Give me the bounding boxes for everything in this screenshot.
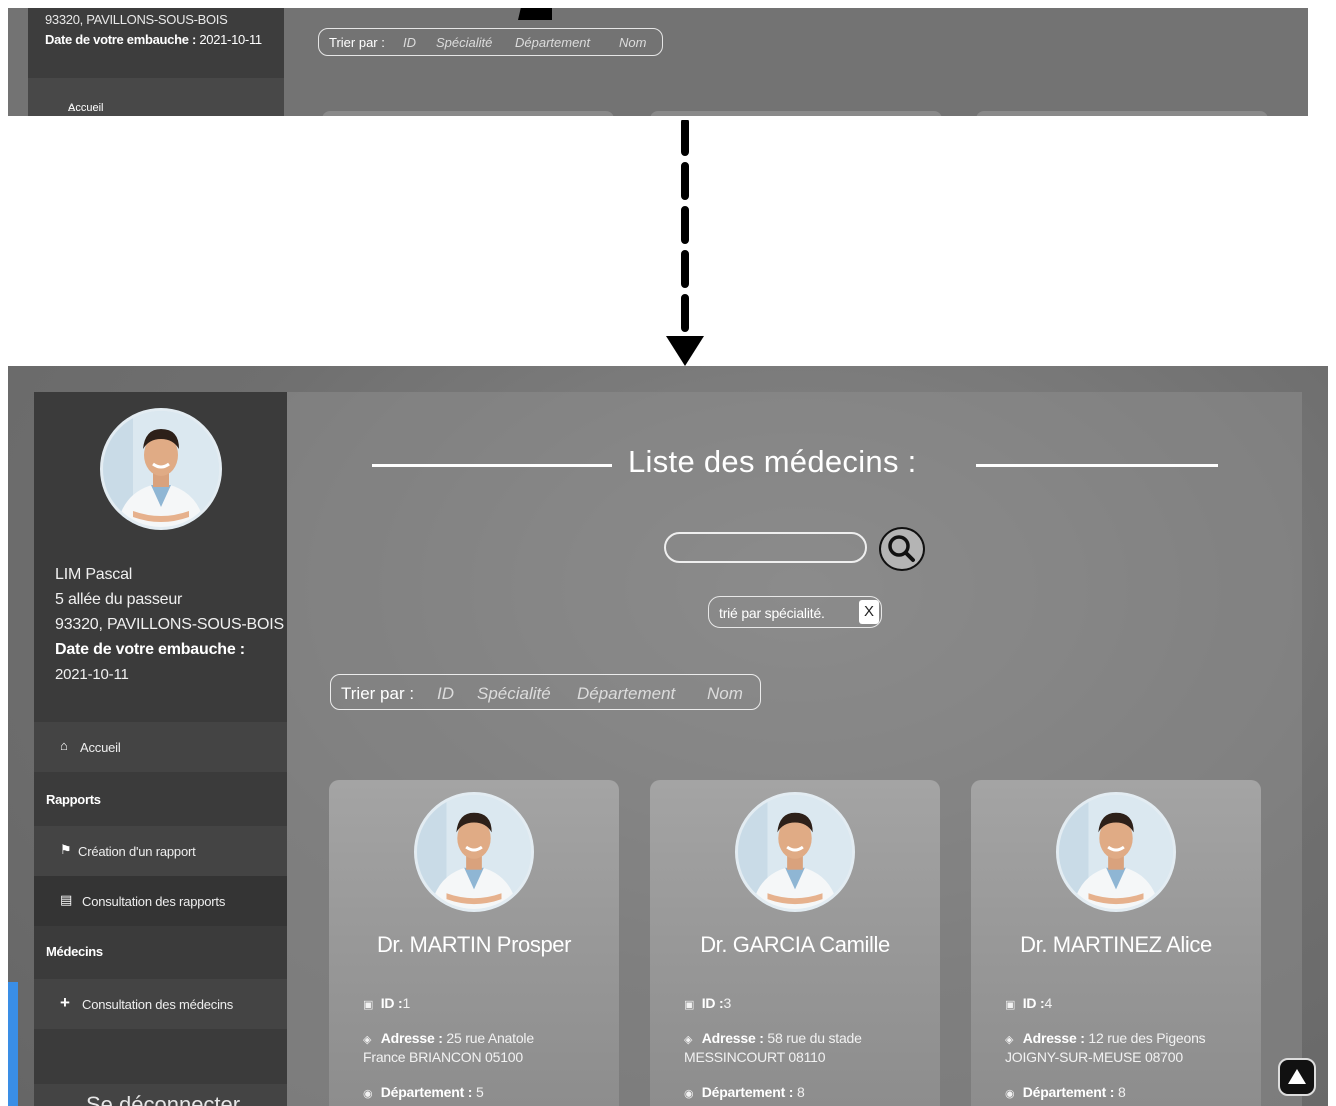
doctor-photo-icon bbox=[1059, 795, 1173, 909]
doctor-department: ◉ Département : 8 bbox=[1005, 1083, 1126, 1104]
id-card-icon: ▣ bbox=[363, 999, 374, 1011]
sort-bar: Trier par : ID Spécialité Département No… bbox=[318, 28, 663, 56]
sidebar-item-home[interactable]: ⌂ Accueil bbox=[28, 78, 284, 116]
doctor-address: ◈ Adresse : 58 rue du stade bbox=[684, 1029, 862, 1050]
doctor-avatar bbox=[735, 792, 855, 912]
title-divider-left bbox=[372, 464, 612, 467]
sort-option-id[interactable]: ID bbox=[403, 35, 416, 50]
doctor-card[interactable]: Dr. MARTINEZ Alice ▣ ID :4 ◈ Adresse : 1… bbox=[971, 780, 1261, 1106]
profile-city: 93320, PAVILLONS-SOUS-BOIS bbox=[55, 616, 284, 633]
search-input[interactable] bbox=[664, 532, 867, 563]
doctor-card[interactable]: Dr. MARTIN Prosper ▣ ID :1 ◈ Adresse : 2… bbox=[329, 780, 619, 1106]
doctor-address: ◈ Adresse : 25 rue Anatole bbox=[363, 1029, 534, 1050]
sort-option-name[interactable]: Nom bbox=[707, 684, 743, 704]
map-pin-icon: ◉ bbox=[684, 1088, 694, 1100]
card-edge bbox=[650, 111, 942, 116]
sort-option-specialty[interactable]: Spécialité bbox=[477, 684, 551, 704]
logout-button[interactable]: Se déconnecter bbox=[34, 1084, 287, 1106]
report-icon: ⚑ bbox=[60, 842, 72, 857]
sidebar-item-home[interactable]: ⌂ Accueil bbox=[34, 722, 287, 772]
doctor-address-line2: MESSINCOURT 08110 bbox=[684, 1049, 826, 1065]
doctor-id: ▣ ID :1 bbox=[363, 994, 410, 1015]
doctor-photo-icon bbox=[417, 795, 531, 909]
doctor-card[interactable]: Dr. GARCIA Camille ▣ ID :3 ◈ Adresse : 5… bbox=[650, 780, 940, 1106]
sidebar-item-label: Création d'un rapport bbox=[78, 844, 196, 859]
scroll-to-top-button[interactable] bbox=[1278, 1058, 1316, 1096]
sort-option-name[interactable]: Nom bbox=[619, 35, 646, 50]
book-icon: ▤ bbox=[60, 892, 73, 907]
doctor-department: ◉ Département : 8 bbox=[684, 1083, 805, 1104]
sidebar-item-create-report[interactable]: ⚑ Création d'un rapport bbox=[34, 826, 287, 876]
sort-option-id[interactable]: ID bbox=[437, 684, 454, 704]
doctor-id: ▣ ID :3 bbox=[684, 994, 731, 1015]
doctor-photo-icon bbox=[738, 795, 852, 909]
hire-date-line: Date de votre embauche : 2021-10-11 bbox=[45, 32, 262, 47]
hire-date-value: 2021-10-11 bbox=[199, 32, 262, 47]
sidebar-item-view-doctors[interactable]: + Consultation des médecins bbox=[34, 979, 287, 1029]
card-edge bbox=[976, 111, 1268, 116]
id-card-icon: ▣ bbox=[684, 999, 695, 1011]
map-pin-icon: ◉ bbox=[363, 1088, 373, 1100]
profile-name: LIM Pascal bbox=[55, 566, 133, 583]
remove-sort-button[interactable]: X bbox=[859, 600, 879, 624]
search-icon bbox=[888, 535, 915, 562]
profile-city: 93320, PAVILLONS-SOUS-BOIS bbox=[45, 12, 228, 27]
doctor-photo-icon bbox=[103, 411, 219, 527]
sort-bar: Trier par : ID Spécialité Département No… bbox=[330, 674, 761, 710]
map-pin-icon: ◉ bbox=[1005, 1088, 1015, 1100]
logout-label: Se déconnecter bbox=[86, 1092, 241, 1106]
hire-date-label: Date de votre embauche : bbox=[55, 641, 245, 658]
sort-option-department[interactable]: Département bbox=[577, 684, 675, 704]
doctor-address-line2: France BRIANCON 05100 bbox=[363, 1049, 523, 1065]
doctor-name: Dr. MARTIN Prosper bbox=[376, 932, 572, 957]
sidebar-item-view-reports[interactable]: ▤ Consultation des rapports bbox=[34, 876, 287, 926]
search-button[interactable] bbox=[879, 527, 925, 571]
sidebar-section-doctors: Médecins bbox=[34, 926, 287, 976]
doctor-department: ◉ Département : 5 bbox=[363, 1083, 484, 1104]
sidebar-item-label: Consultation des médecins bbox=[82, 997, 234, 1012]
profile-street: 5 allée du passeur bbox=[55, 591, 183, 608]
sort-option-department[interactable]: Département bbox=[515, 35, 590, 50]
sort-option-specialty[interactable]: Spécialité bbox=[436, 35, 492, 50]
doctor-avatar bbox=[414, 792, 534, 912]
sort-label: Trier par : bbox=[341, 684, 415, 703]
active-sort-chip: trié par spécialité. X bbox=[708, 596, 882, 628]
section-title: Médecins bbox=[46, 944, 103, 959]
doctor-address: ◈ Adresse : 12 rue des Pigeons bbox=[1005, 1029, 1206, 1050]
sidebar-item-label: Accueil bbox=[68, 102, 104, 114]
hire-date-label: Date de votre embauche : bbox=[45, 32, 197, 47]
page-title: Liste des médecins : bbox=[628, 444, 917, 479]
arrow-up-icon bbox=[1288, 1069, 1306, 1084]
page-edge-accent bbox=[8, 982, 18, 1106]
profile-avatar bbox=[100, 408, 222, 530]
doctor-avatar bbox=[1056, 792, 1176, 912]
hire-date-value: 2021-10-11 bbox=[55, 666, 129, 683]
home-icon: ⌂ bbox=[60, 738, 68, 753]
arrow-tip-shape bbox=[518, 8, 552, 20]
plus-icon: + bbox=[60, 993, 70, 1012]
page-edge bbox=[1308, 8, 1328, 116]
sort-label: Trier par : bbox=[329, 35, 385, 50]
doctor-id: ▣ ID :4 bbox=[1005, 994, 1052, 1015]
card-edge bbox=[322, 111, 614, 116]
after-screenshot: LIM Pascal 5 allée du passeur 93320, PAV… bbox=[8, 366, 1328, 1106]
active-sort-label: trié par spécialité. bbox=[719, 605, 825, 621]
doctor-name: Dr. MARTINEZ Alice bbox=[1020, 932, 1212, 957]
sidebar-item-label: Accueil bbox=[80, 740, 121, 755]
section-title: Rapports bbox=[46, 792, 101, 807]
doctor-name: Dr. GARCIA Camille bbox=[700, 932, 890, 957]
sidebar-section-reports: Rapports bbox=[34, 774, 287, 824]
id-card-icon: ▣ bbox=[1005, 999, 1016, 1011]
dashed-arrow-down-icon bbox=[666, 120, 704, 366]
before-screenshot-crop: 93320, PAVILLONS-SOUS-BOIS Date de votre… bbox=[8, 8, 1328, 116]
doctor-address-line2: JOIGNY-SUR-MEUSE 08700 bbox=[1005, 1049, 1183, 1065]
sidebar-item-label: Consultation des rapports bbox=[82, 894, 226, 909]
title-divider-right bbox=[976, 464, 1218, 467]
